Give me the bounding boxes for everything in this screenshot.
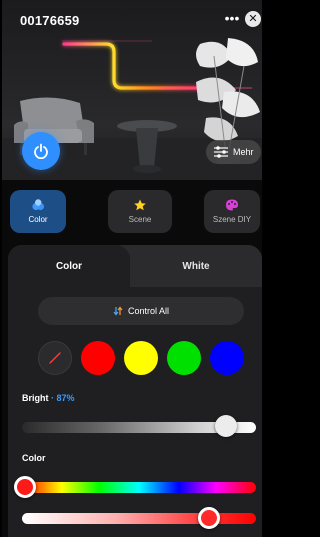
star-icon: [134, 199, 146, 211]
device-title: 00176659: [20, 13, 80, 28]
swatch-yellow[interactable]: [124, 341, 158, 375]
brightness-slider-handle[interactable]: [214, 415, 237, 437]
color-circles-icon: [32, 199, 45, 211]
brightness-title: Bright: [22, 393, 49, 403]
more-settings-label: Mehr: [233, 147, 254, 157]
hue-slider-handle[interactable]: [14, 476, 36, 498]
close-button[interactable]: ✕: [245, 11, 261, 27]
side-table-illustration: [117, 120, 177, 173]
power-icon: [34, 143, 48, 159]
swatch-blue[interactable]: [210, 341, 244, 375]
color-label: Color: [22, 453, 46, 463]
swatch-red[interactable]: [81, 341, 115, 375]
saturation-slider-handle[interactable]: [198, 507, 221, 529]
swatch-green[interactable]: [167, 341, 201, 375]
mode-tabs: Color Scene Szene DIY: [2, 190, 262, 235]
more-settings-button[interactable]: Mehr: [206, 140, 261, 164]
control-all-label: Control All: [127, 306, 170, 316]
hue-slider-track[interactable]: [22, 482, 256, 493]
saturation-slider-track[interactable]: [22, 513, 256, 524]
tab-scene-diy[interactable]: Szene DIY: [204, 190, 260, 233]
color-white-segment: Color White: [8, 245, 262, 287]
slash-icon: [49, 352, 61, 364]
brightness-separator: ·: [51, 393, 55, 403]
power-button[interactable]: [22, 132, 60, 170]
brightness-label: Bright · 87%: [22, 393, 75, 403]
swap-icon: [113, 306, 123, 316]
close-icon: ✕: [248, 13, 258, 25]
tab-scene-label: Scene: [128, 215, 152, 224]
ellipsis-icon: •••: [224, 10, 240, 26]
color-panel: Color White Control All Bright · 87% Col…: [8, 245, 262, 537]
tab-color[interactable]: Color: [10, 190, 66, 233]
color-swatches: [8, 341, 262, 377]
palette-icon: [226, 199, 238, 211]
tab-scene-diy-label: Szene DIY: [212, 215, 252, 224]
segment-white[interactable]: White: [130, 245, 262, 287]
swatch-custom[interactable]: [38, 341, 72, 375]
more-options-button[interactable]: •••: [223, 10, 241, 28]
app-screen: 00176659 ••• ✕ Mehr Color Scene Szene DI…: [2, 0, 262, 537]
room-preview: 00176659 ••• ✕ Mehr: [2, 0, 262, 180]
brightness-value: 87%: [56, 393, 75, 403]
tab-scene[interactable]: Scene: [108, 190, 172, 233]
control-all-button[interactable]: Control All: [38, 297, 244, 325]
tab-color-label: Color: [28, 215, 48, 224]
sliders-icon: [214, 146, 228, 158]
segment-color[interactable]: Color: [8, 245, 130, 287]
